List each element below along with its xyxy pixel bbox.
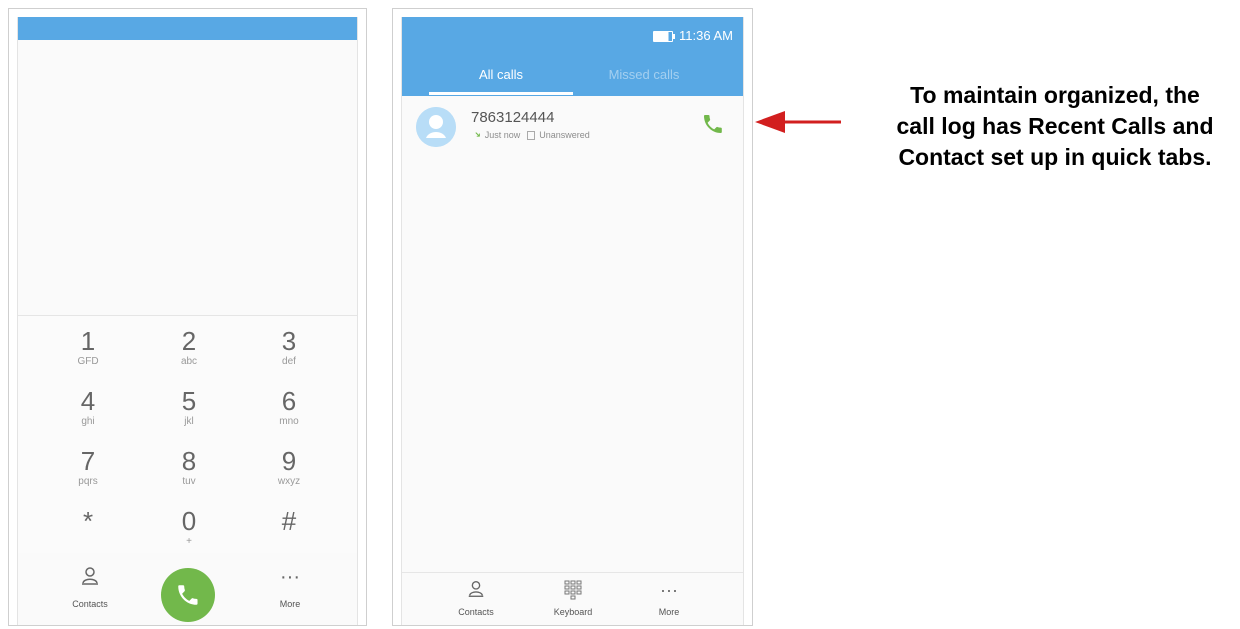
dial-key-number: 2 <box>181 326 197 356</box>
status-bar: 11:36 AM <box>653 29 733 43</box>
more-button[interactable]: ··· More <box>250 565 330 609</box>
dial-key-letters: jkl <box>184 416 194 427</box>
dial-key-number: 8 <box>181 446 197 476</box>
tab-all-calls[interactable]: All calls <box>429 59 573 95</box>
dial-key-number: # <box>281 506 297 536</box>
dial-key-letters: mno <box>279 416 299 427</box>
dialer-screen: 1 GFD 2 abc 3 def 4 ghi 5 jkl 6 mno 7 pq… <box>17 17 358 625</box>
call-log-phone-screenshot: 11:36 AM All calls Missed calls 78631244… <box>392 8 753 626</box>
dial-key-letters: abc <box>180 356 198 367</box>
dialpad-icon <box>533 579 613 601</box>
dial-key-number: 4 <box>80 386 96 416</box>
status-time: 11:36 AM <box>679 28 733 43</box>
dial-key-2[interactable]: 2 abc <box>149 327 229 379</box>
tab-missed-calls[interactable]: Missed calls <box>584 59 704 95</box>
contact-avatar-icon <box>416 107 456 147</box>
call-status: Unanswered <box>539 130 590 140</box>
more-dots-icon: ··· <box>280 566 300 588</box>
contacts-button[interactable]: Contacts <box>50 565 130 609</box>
annotation-text: To maintain organized, the call log has … <box>872 80 1238 173</box>
call-log-bottom-bar: Contacts Keyboard ··· More <box>402 572 743 625</box>
dial-key-number: 3 <box>281 326 297 356</box>
dial-key-1[interactable]: 1 GFD <box>48 327 128 379</box>
keyboard-button[interactable]: Keyboard <box>533 579 613 617</box>
call-log-screen: 11:36 AM All calls Missed calls 78631244… <box>401 17 744 625</box>
call-log-header: 11:36 AM All calls Missed calls <box>402 17 743 96</box>
contacts-icon <box>436 579 516 601</box>
dial-key-star[interactable]: * <box>48 507 128 559</box>
screenshot-canvas: 1 GFD 2 abc 3 def 4 ghi 5 jkl 6 mno 7 pq… <box>0 0 1240 629</box>
contacts-label: Contacts <box>72 599 108 609</box>
more-button[interactable]: ··· More <box>629 579 709 617</box>
battery-icon <box>653 30 676 42</box>
dial-key-9[interactable]: 9 wxyz <box>249 447 329 499</box>
dial-key-4[interactable]: 4 ghi <box>48 387 128 439</box>
contacts-icon <box>50 565 130 589</box>
dial-key-6[interactable]: 6 mno <box>249 387 329 439</box>
dial-key-number: 1 <box>80 326 96 356</box>
annotation-arrow-icon <box>755 111 841 133</box>
dial-key-letters: ghi <box>81 416 95 427</box>
dial-key-letters: def <box>282 356 296 367</box>
dial-key-letters: pqrs <box>78 476 98 487</box>
call-meta: ➜ Just now Unanswered <box>472 129 590 141</box>
more-label: More <box>279 599 301 609</box>
dial-key-0[interactable]: 0 + <box>149 507 229 559</box>
dial-key-letters: GFD <box>77 356 99 367</box>
dial-key-number: 9 <box>281 446 297 476</box>
call-number: 7863124444 <box>471 109 555 126</box>
keyboard-label: Keyboard <box>553 607 593 617</box>
call-log-tabs: All calls Missed calls <box>402 59 743 95</box>
more-dots-icon: ··· <box>660 580 678 600</box>
dial-key-number: * <box>82 506 94 536</box>
dial-number-display[interactable] <box>18 40 357 316</box>
dial-key-number: 0 <box>181 506 197 536</box>
dialer-phone-screenshot: 1 GFD 2 abc 3 def 4 ghi 5 jkl 6 mno 7 pq… <box>8 8 367 626</box>
avatar <box>416 107 456 147</box>
phone-icon <box>704 115 722 133</box>
dial-key-7[interactable]: 7 pqrs <box>48 447 128 499</box>
dial-key-8[interactable]: 8 tuv <box>149 447 229 499</box>
dial-key-number: 6 <box>281 386 297 416</box>
phone-icon <box>178 585 198 605</box>
dial-key-hash[interactable]: # <box>249 507 329 559</box>
dial-key-letters: wxyz <box>277 476 301 487</box>
more-label: More <box>658 607 680 617</box>
call-log-row[interactable]: 7863124444 ➜ Just now Unanswered <box>402 96 743 154</box>
outgoing-call-icon: ➜ <box>472 129 484 141</box>
annotation-line-2: call log has Recent Calls and <box>896 113 1214 139</box>
dial-key-number: 7 <box>80 446 96 476</box>
dial-key-letters: + <box>186 536 192 547</box>
dial-key-3[interactable]: 3 def <box>249 327 329 379</box>
dialpad: 1 GFD 2 abc 3 def 4 ghi 5 jkl 6 mno 7 pq… <box>18 327 357 563</box>
dial-key-letters: tuv <box>182 476 196 487</box>
contacts-label: Contacts <box>458 607 494 617</box>
call-button[interactable] <box>161 568 215 622</box>
annotation-line-1: To maintain organized, the <box>910 82 1200 108</box>
call-log-list: 7863124444 ➜ Just now Unanswered <box>402 96 743 581</box>
contacts-button[interactable]: Contacts <box>436 579 516 617</box>
dial-key-5[interactable]: 5 jkl <box>149 387 229 439</box>
annotation-line-3: Contact set up in quick tabs. <box>898 144 1212 170</box>
dialer-status-bar <box>18 17 357 40</box>
call-back-button[interactable] <box>701 112 725 136</box>
call-time: Just now <box>484 130 521 140</box>
dial-key-number: 5 <box>181 386 197 416</box>
sim-icon <box>527 130 536 140</box>
